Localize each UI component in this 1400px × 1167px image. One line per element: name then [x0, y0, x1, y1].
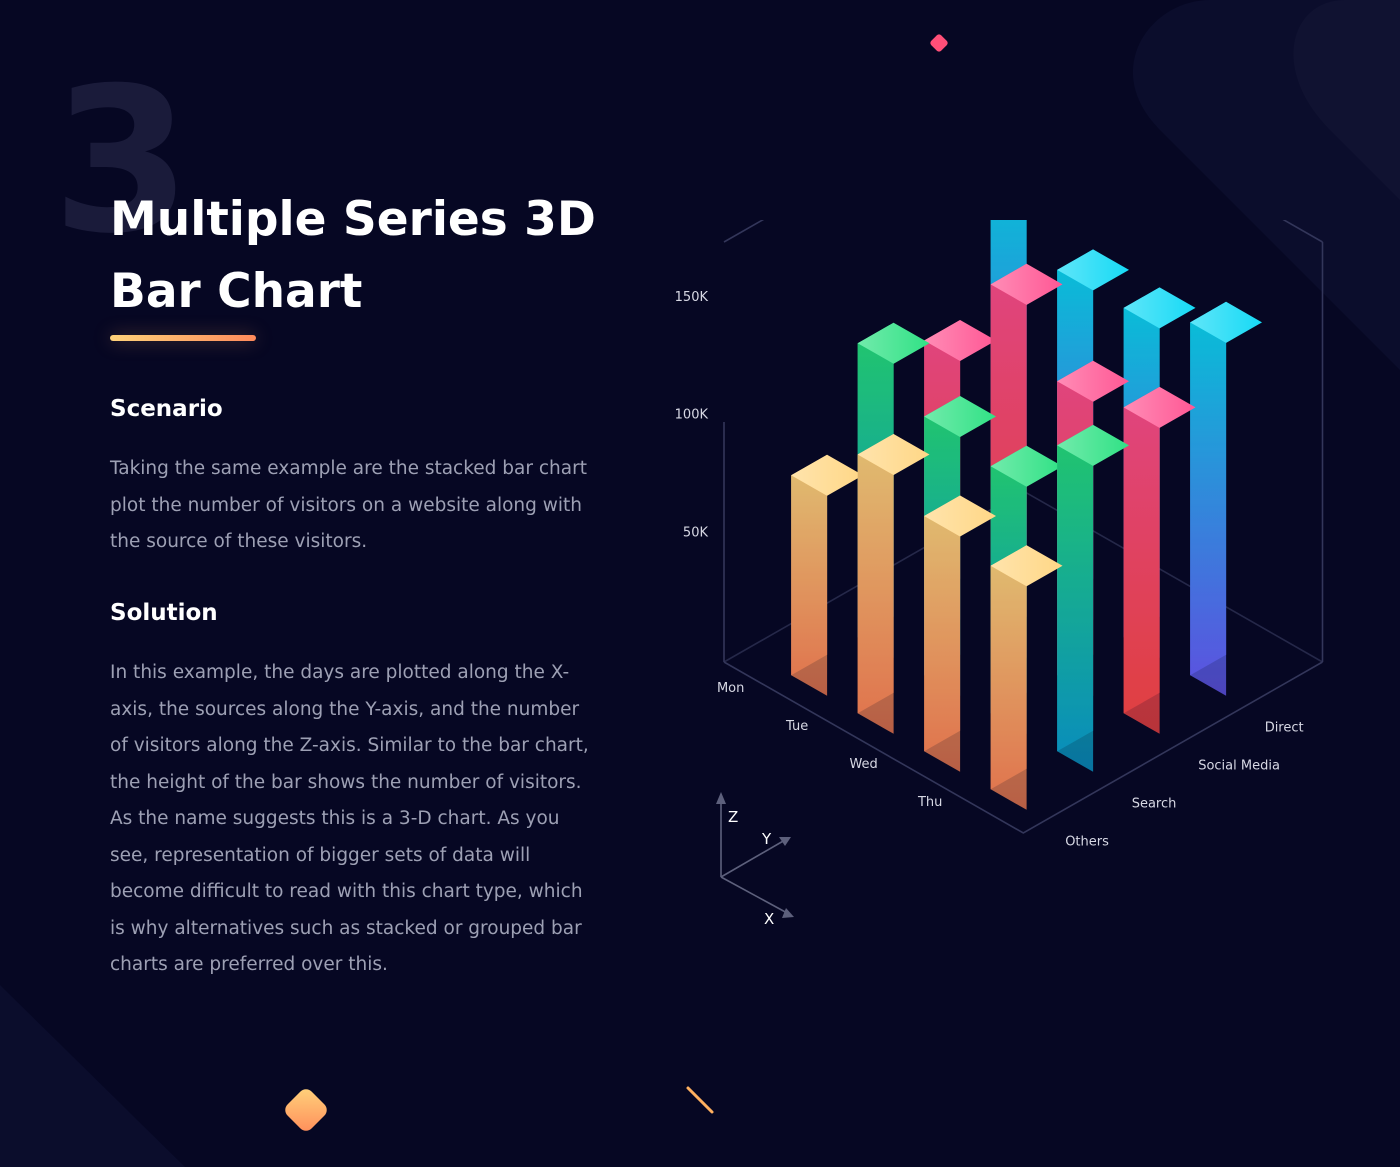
z-axis-letter: Z [728, 808, 738, 826]
bar-right-shade [1123, 407, 1160, 734]
orange-dash-icon [686, 1086, 714, 1114]
bar-right-shade [857, 454, 894, 734]
z-tick-label: 150K [675, 290, 709, 305]
bar-right-shade [990, 565, 1027, 810]
scenario-heading: Scenario [110, 396, 223, 422]
x-category-label: Mon [717, 681, 744, 696]
bar-3d [1190, 301, 1262, 696]
solution-text: In this example, the days are plotted al… [110, 662, 589, 975]
bar-right-shade [1190, 322, 1227, 696]
x-category-label: Wed [849, 757, 877, 772]
y-axis-line [720, 839, 786, 878]
x-category-label: Tue [785, 719, 808, 734]
scenario-text: Taking the same example are the stacked … [110, 458, 587, 552]
x-arrow-icon [782, 908, 794, 918]
bar-right-shade [924, 516, 961, 772]
bar-right-shade [1057, 445, 1094, 772]
page-title: Multiple Series 3D Bar Chart [110, 192, 596, 319]
solution-heading: Solution [110, 600, 218, 626]
y-axis-letter: Y [761, 830, 772, 848]
bottom-left-shape [0, 985, 185, 1167]
z-arrow-icon [716, 792, 726, 804]
bar-3d [990, 545, 1063, 810]
y-category-label: Social Media [1198, 759, 1280, 774]
y-category-label: Others [1065, 835, 1109, 850]
x-category-label: Thu [917, 795, 942, 810]
x-axis-letter: X [764, 910, 774, 928]
title-underline [110, 335, 256, 341]
pink-diamond-icon [930, 34, 948, 52]
z-tick-label: 50K [683, 525, 709, 540]
bar-3d [1123, 386, 1196, 734]
y-arrow-icon [779, 837, 791, 846]
axis-indicator: Z Y X [716, 792, 794, 928]
y-category-label: Direct [1265, 721, 1304, 736]
bar-3d [791, 454, 863, 696]
bar-3d [857, 434, 930, 734]
bar-right-shade [791, 475, 828, 696]
bar-3d [1057, 424, 1129, 772]
y-category-label: Search [1132, 797, 1177, 812]
z-tick-label: 100K [675, 408, 709, 423]
x-axis-line [720, 876, 790, 915]
orange-diamond-icon [285, 1089, 327, 1131]
bar-chart-3d: 50K 100K 150K Mon Tue Wed Thu Others Search Socia… [675, 220, 1324, 928]
bar-3d [924, 495, 996, 772]
